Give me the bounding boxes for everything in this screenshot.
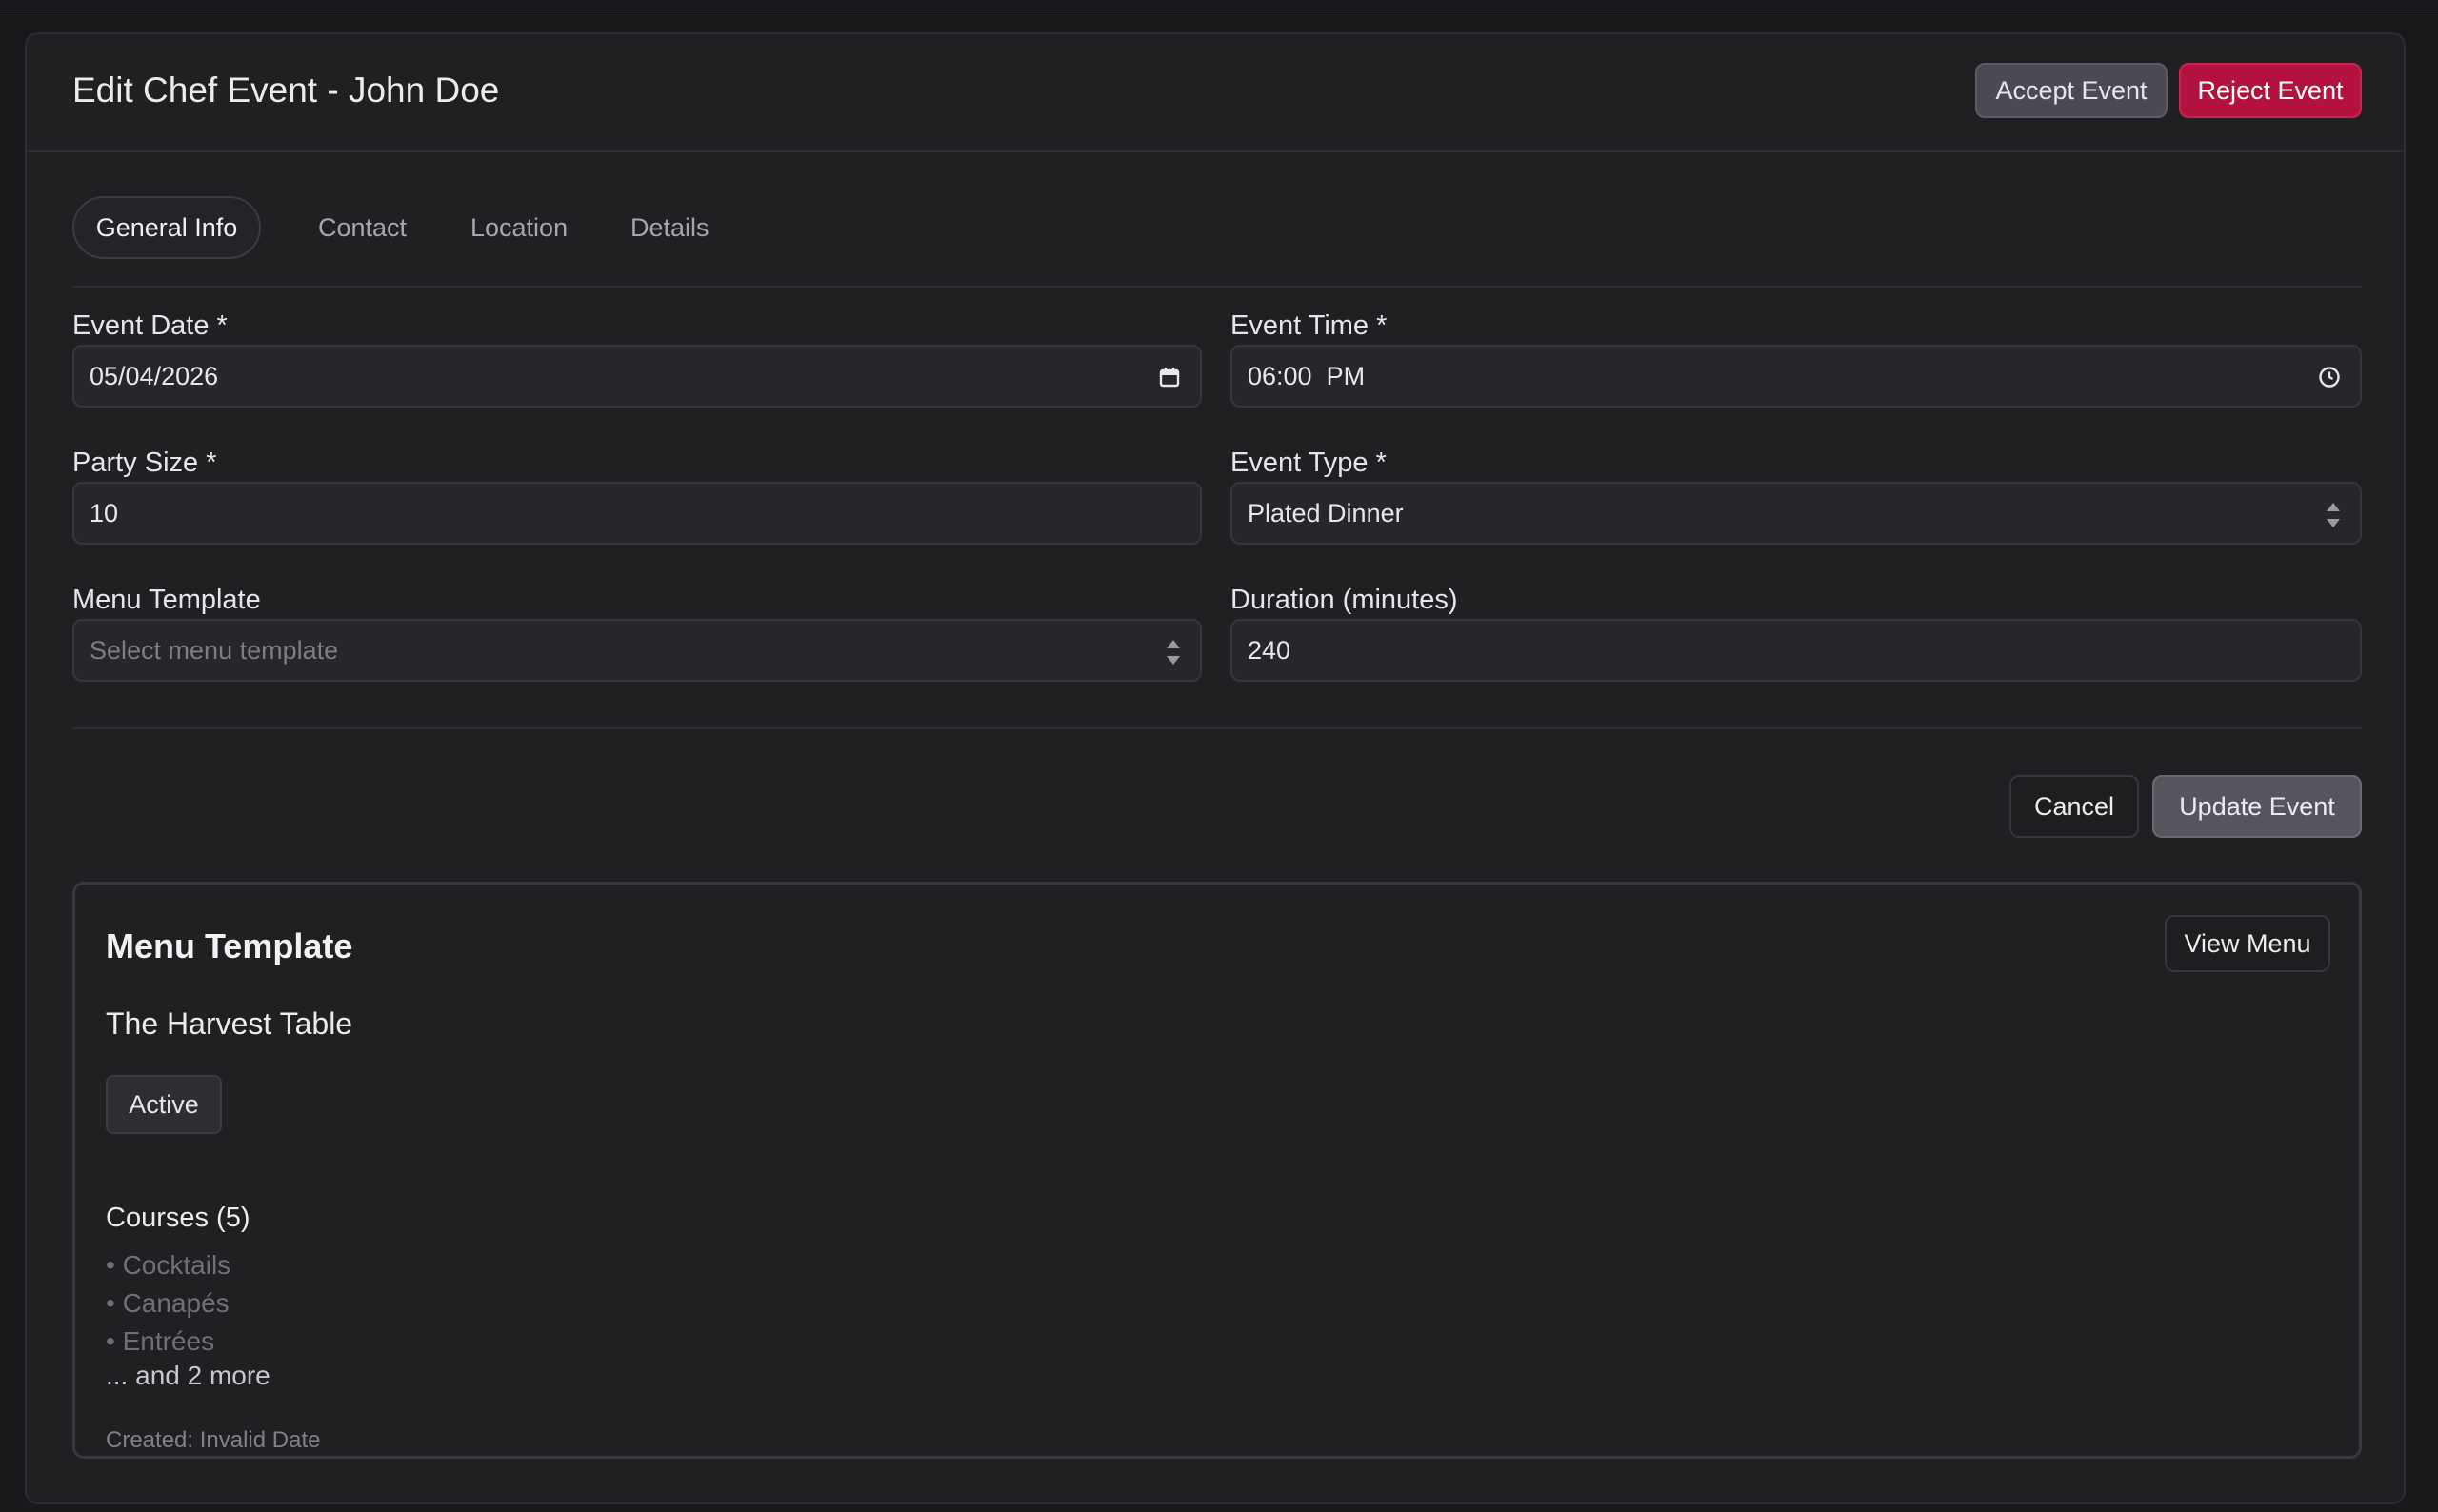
calendar-icon[interactable] — [1156, 364, 1183, 390]
clock-icon[interactable] — [2316, 364, 2343, 390]
menu-name: The Harvest Table — [106, 1006, 353, 1041]
event-date-input[interactable]: 05/04/2026 — [72, 345, 1202, 408]
form-divider — [72, 727, 2362, 729]
party-size-input[interactable]: 10 — [72, 482, 1202, 545]
menu-template-placeholder: Select menu template — [90, 635, 339, 665]
event-date-value: 05/04/2026 — [90, 361, 219, 390]
tab-general-info[interactable]: General Info — [72, 196, 261, 259]
created-date-text: Created: Invalid Date — [106, 1427, 321, 1453]
event-time-input[interactable]: 06:00 PM — [1230, 345, 2362, 408]
menu-template-label: Menu Template — [72, 585, 261, 615]
tab-bar: General Info Contact Location Details — [72, 196, 2362, 288]
tab-details[interactable]: Details — [630, 196, 709, 259]
list-item: • Cocktails — [106, 1250, 231, 1280]
courses-title: Courses (5) — [106, 1203, 250, 1233]
event-time-label: Event Time * — [1230, 310, 1388, 341]
card-header: Edit Chef Event - John Doe Accept Event … — [27, 34, 2404, 152]
event-date-label: Event Date * — [72, 310, 228, 341]
menu-template-card: Menu Template View Menu The Harvest Tabl… — [72, 882, 2362, 1459]
tab-contact[interactable]: Contact — [318, 196, 407, 259]
party-size-value: 10 — [90, 498, 119, 527]
edit-event-card: Edit Chef Event - John Doe Accept Event … — [25, 32, 2406, 1504]
duration-value: 240 — [1248, 635, 1291, 665]
list-item: • Entrées — [106, 1326, 215, 1356]
party-size-label: Party Size * — [72, 448, 217, 478]
view-menu-button[interactable]: View Menu — [2165, 915, 2330, 972]
accept-event-button[interactable]: Accept Event — [1975, 63, 2168, 118]
menu-template-select[interactable]: Select menu template — [72, 619, 1202, 682]
list-item: • Canapés — [106, 1288, 230, 1318]
event-type-select[interactable]: Plated Dinner — [1230, 482, 2362, 545]
tab-location[interactable]: Location — [470, 196, 568, 259]
duration-label: Duration (minutes) — [1230, 585, 1458, 615]
cancel-button[interactable]: Cancel — [2009, 775, 2139, 838]
course-list: • Cocktails • Canapés • Entrées — [106, 1246, 230, 1361]
update-event-button[interactable]: Update Event — [2152, 775, 2362, 838]
select-arrows-icon — [2326, 500, 2341, 530]
menu-card-title: Menu Template — [106, 926, 353, 965]
duration-input[interactable]: 240 — [1230, 619, 2362, 682]
event-type-value: Plated Dinner — [1248, 498, 1404, 527]
select-arrows-icon — [1166, 637, 1181, 667]
reject-event-button[interactable]: Reject Event — [2179, 63, 2362, 118]
more-courses-text: ... and 2 more — [106, 1361, 270, 1390]
status-badge: Active — [106, 1075, 222, 1134]
event-type-label: Event Type * — [1230, 448, 1387, 478]
event-time-value: 06:00 PM — [1248, 361, 1366, 390]
page-title: Edit Chef Event - John Doe — [72, 70, 500, 109]
